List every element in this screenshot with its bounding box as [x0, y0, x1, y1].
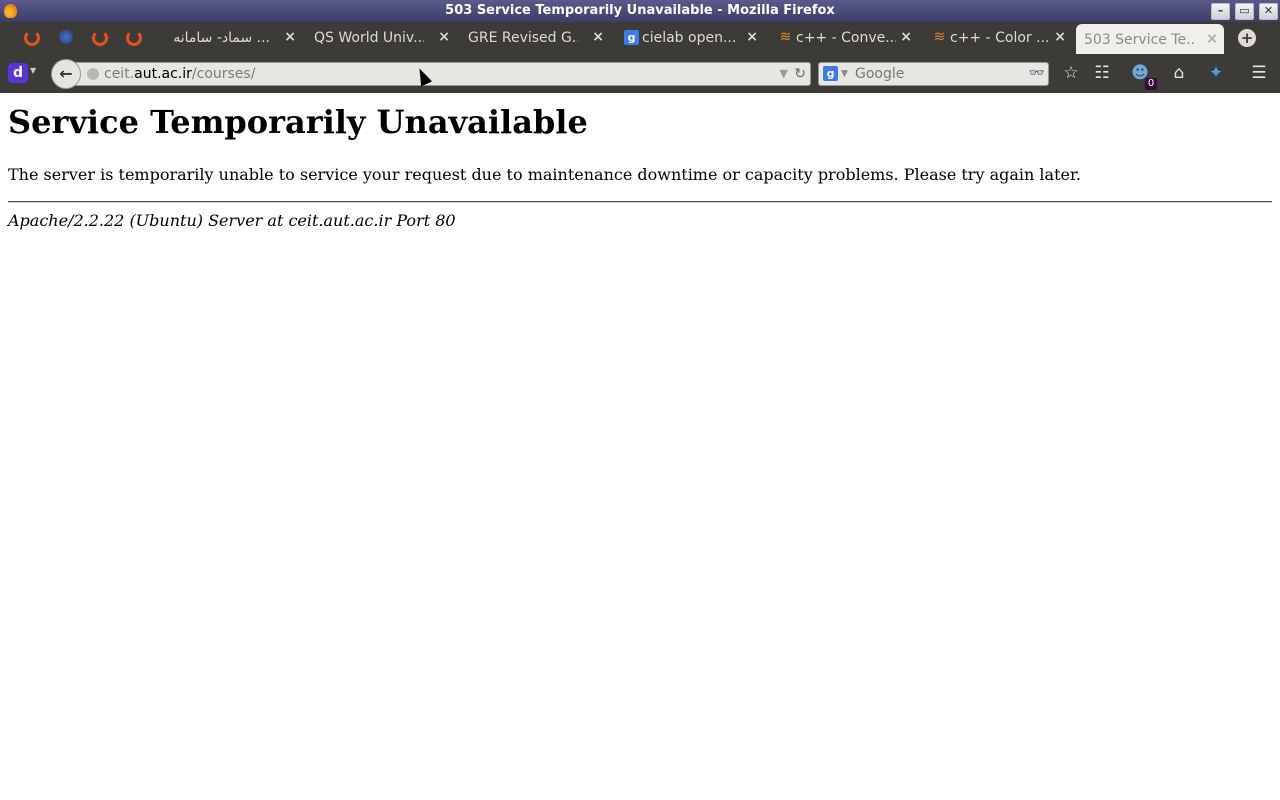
close-tab-icon[interactable]: ×: [1054, 29, 1066, 45]
divider: [8, 201, 1272, 204]
pinned-tab-firefox-icon[interactable]: [92, 30, 108, 46]
tab-title: GRE Revised G...: [468, 30, 578, 46]
new-tab-button[interactable]: +: [1238, 29, 1256, 47]
tab-cpp-color[interactable]: ≋ c++ - Color ... ×: [924, 22, 1072, 54]
back-button[interactable]: ←: [51, 59, 81, 89]
google-icon[interactable]: g: [823, 66, 838, 81]
close-tab-icon[interactable]: ×: [746, 29, 758, 45]
bookmarks-list-icon[interactable]: ☷: [1091, 63, 1113, 83]
search-input[interactable]: Google: [855, 63, 904, 85]
home-icon[interactable]: ⌂: [1168, 63, 1190, 83]
minimize-button[interactable]: –: [1211, 3, 1230, 20]
tab-title: 503 Service Te...: [1084, 32, 1194, 48]
tab-title: cielab open...: [642, 30, 737, 46]
close-tab-icon[interactable]: ×: [900, 29, 912, 45]
reload-icon[interactable]: ↻: [794, 63, 806, 85]
stackoverflow-icon: ≋: [933, 29, 946, 45]
stackoverflow-icon: ≋: [779, 29, 792, 45]
tab-samad[interactable]: ... سماد- سامانه ×: [154, 22, 302, 54]
error-message: The server is temporarily unable to serv…: [8, 165, 1081, 185]
tab-cpp-convert[interactable]: ≋ c++ - Conve... ×: [770, 22, 918, 54]
tab-gre[interactable]: GRE Revised G... ×: [462, 22, 610, 54]
close-tab-icon[interactable]: ×: [284, 29, 296, 45]
close-tab-icon[interactable]: ×: [438, 29, 450, 45]
pinned-tab-firefox-icon[interactable]: [126, 30, 142, 46]
menu-icon[interactable]: ☰: [1248, 63, 1270, 83]
bookmark-star-icon[interactable]: ☆: [1060, 63, 1082, 83]
tab-title: c++ - Conve...: [796, 30, 896, 46]
window-title: 503 Service Temporarily Unavailable - Mo…: [445, 3, 835, 18]
server-signature: Apache/2.2.22 (Ubuntu) Server at ceit.au…: [8, 211, 456, 231]
close-window-button[interactable]: ✕: [1259, 3, 1278, 20]
close-tab-icon[interactable]: ×: [592, 29, 604, 45]
history-dropdown-icon[interactable]: ▼: [780, 63, 788, 85]
pinned-tab-firefox-icon[interactable]: [24, 30, 40, 46]
ghostery-count-badge: 0: [1145, 78, 1157, 90]
chevron-down-icon[interactable]: ▼: [30, 66, 36, 75]
close-tab-icon[interactable]: ×: [1206, 31, 1218, 47]
search-bar[interactable]: g ▼ Google 👓: [818, 62, 1049, 86]
tab-title: ... سماد- سامانه: [173, 30, 270, 46]
page-content: Service Temporarily Unavailable The serv…: [0, 103, 1280, 230]
url-bar[interactable]: ceit.aut.ac.ir/courses/ ▼ ↻: [72, 62, 811, 86]
tab-qs-world[interactable]: QS World Univ... ×: [308, 22, 456, 54]
navigation-toolbar: d ▼ ← ceit.aut.ac.ir/courses/ ▼ ↻ g ▼ Go…: [0, 54, 1280, 93]
binoculars-icon[interactable]: 👓: [1029, 63, 1045, 85]
tab-503-active[interactable]: 503 Service Te... ×: [1076, 24, 1224, 54]
maximize-button[interactable]: ▭: [1235, 3, 1254, 20]
page-heading: Service Temporarily Unavailable: [8, 103, 588, 141]
google-icon: g: [624, 30, 639, 45]
window-titlebar: 503 Service Temporarily Unavailable - Mo…: [0, 0, 1280, 22]
chevron-down-icon[interactable]: ▼: [841, 63, 848, 85]
disconnect-extension-icon[interactable]: d: [8, 63, 28, 83]
tab-title: QS World Univ...: [314, 30, 424, 46]
firefox-app-icon: [4, 4, 17, 18]
pinned-tab-globe-icon[interactable]: [59, 30, 73, 44]
site-identity-icon[interactable]: [87, 68, 99, 80]
tab-cielab[interactable]: g cielab open... ×: [616, 22, 764, 54]
tab-strip: ... سماد- سامانه × QS World Univ... × GR…: [0, 22, 1280, 54]
extension-icon[interactable]: ✦: [1205, 63, 1227, 83]
url-text[interactable]: ceit.aut.ac.ir/courses/: [104, 63, 255, 85]
tab-title: c++ - Color ...: [950, 30, 1050, 46]
